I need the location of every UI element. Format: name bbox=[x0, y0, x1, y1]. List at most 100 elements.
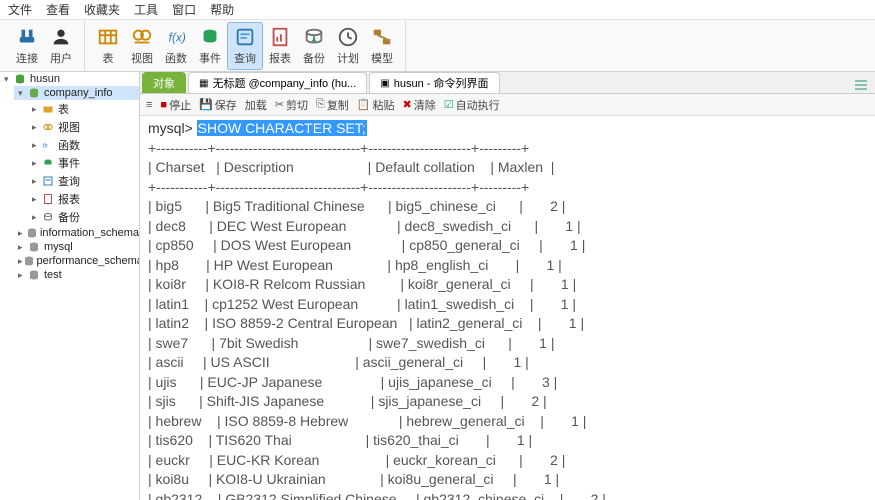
event-icon bbox=[42, 157, 56, 169]
tab-1[interactable]: ▦ 无标题 @company_info (hu... bbox=[188, 72, 367, 93]
model-icon bbox=[371, 25, 393, 49]
sidebar: ▾husun▾company_info▸表▸视图▸fx函数▸事件▸查询▸报表▸备… bbox=[0, 72, 140, 500]
stop-btn[interactable]: ■停止 bbox=[160, 97, 191, 113]
tree-node-视图[interactable]: ▸ 视图 bbox=[28, 118, 139, 136]
tree-connection[interactable]: ▾ husun bbox=[0, 72, 139, 86]
tree-label: performance_schema bbox=[37, 255, 140, 267]
model-button[interactable]: 模型 bbox=[365, 22, 399, 70]
clear-btn-glyph: ✖ bbox=[403, 98, 412, 111]
report-button[interactable]: 报表 bbox=[263, 22, 297, 70]
tree-toggle-icon[interactable]: ▸ bbox=[32, 212, 42, 223]
schedule-button[interactable]: 计划 bbox=[331, 22, 365, 70]
menu-icon-glyph: ≡ bbox=[146, 99, 152, 111]
tree-db-mysql[interactable]: ▸ mysql bbox=[14, 240, 139, 254]
func-icon: f(x) bbox=[165, 25, 187, 49]
backup-button[interactable]: 备份 bbox=[297, 22, 331, 70]
tree-toggle-icon[interactable]: ▸ bbox=[32, 158, 42, 169]
tree-db-company_info[interactable]: ▾ company_info bbox=[14, 86, 139, 100]
report-label: 报表 bbox=[269, 50, 291, 66]
tree-label: mysql bbox=[44, 241, 73, 253]
tree-node-函数[interactable]: ▸fx函数 bbox=[28, 136, 139, 154]
tree-toggle-icon[interactable]: ▸ bbox=[32, 104, 42, 115]
tree-toggle-icon[interactable]: ▸ bbox=[18, 228, 26, 239]
db-open-icon bbox=[28, 87, 42, 99]
tree-label: test bbox=[44, 269, 62, 281]
cut-btn-label: 剪切 bbox=[286, 97, 308, 113]
save-btn[interactable]: 💾保存 bbox=[199, 97, 237, 113]
tree-label: husun bbox=[30, 73, 60, 85]
tree-label: 报表 bbox=[58, 191, 80, 207]
table-icon bbox=[97, 25, 119, 49]
toolbar: 连接用户表视图f(x)函数事件查询报表备份计划模型 bbox=[0, 20, 875, 72]
save-btn-glyph: 💾 bbox=[199, 98, 213, 111]
stop-btn-label: 停止 bbox=[169, 97, 191, 113]
load-btn[interactable]: 加载 bbox=[245, 97, 267, 113]
tree-toggle-icon[interactable]: ▸ bbox=[18, 242, 28, 253]
tree-node-事件[interactable]: ▸ 事件 bbox=[28, 154, 139, 172]
menu-item-3[interactable]: 工具 bbox=[134, 1, 158, 18]
db-green-icon bbox=[14, 73, 28, 85]
query-icon bbox=[42, 175, 56, 187]
cut-btn[interactable]: ✂剪切 bbox=[275, 97, 308, 113]
tree-toggle-icon[interactable]: ▾ bbox=[18, 88, 28, 99]
terminal-icon: ▣ bbox=[380, 78, 389, 89]
tree-db-performance_schema[interactable]: ▸performance_schema bbox=[14, 254, 139, 268]
menu-item-0[interactable]: 文件 bbox=[8, 1, 32, 18]
copy-btn[interactable]: ⎘复制 bbox=[316, 97, 349, 113]
fx-icon: fx bbox=[42, 139, 56, 151]
menu-icon[interactable]: ≡ bbox=[146, 99, 152, 111]
connection-button[interactable]: 连接 bbox=[10, 22, 44, 70]
menu-item-4[interactable]: 窗口 bbox=[172, 1, 196, 18]
tree-node-查询[interactable]: ▸查询 bbox=[28, 172, 139, 190]
tree-toggle-icon[interactable]: ▸ bbox=[32, 176, 42, 187]
folder-icon bbox=[42, 103, 56, 115]
tree-label: information_schema bbox=[40, 227, 139, 239]
tree-label: 事件 bbox=[58, 155, 80, 171]
tree-label: 函数 bbox=[58, 137, 80, 153]
menu-icon[interactable] bbox=[853, 77, 869, 93]
query-label: 查询 bbox=[234, 50, 256, 66]
tree-toggle-icon[interactable]: ▸ bbox=[32, 140, 42, 151]
query-button[interactable]: 查询 bbox=[227, 22, 263, 70]
connection-icon bbox=[16, 25, 38, 49]
menu-item-2[interactable]: 收藏夹 bbox=[84, 1, 120, 18]
tab-strip: 对象 ▦ 无标题 @company_info (hu... ▣ husun - 命令列界… bbox=[140, 72, 875, 94]
user-button[interactable]: 用户 bbox=[44, 22, 78, 70]
clear-btn[interactable]: ✖清除 bbox=[403, 97, 436, 113]
tree-db-test[interactable]: ▸ test bbox=[14, 268, 139, 282]
paste-btn-glyph: 📋 bbox=[357, 98, 371, 111]
menu-item-1[interactable]: 查看 bbox=[46, 1, 70, 18]
user-icon bbox=[50, 25, 72, 49]
tree-label: company_info bbox=[44, 87, 113, 99]
tree-toggle-icon[interactable]: ▸ bbox=[32, 122, 42, 133]
save-btn-label: 保存 bbox=[215, 97, 237, 113]
tree-node-备份[interactable]: ▸备份 bbox=[28, 208, 139, 226]
autorun-chk[interactable]: ☑自动执行 bbox=[444, 97, 500, 113]
tree-node-表[interactable]: ▸表 bbox=[28, 100, 139, 118]
table-button[interactable]: 表 bbox=[91, 22, 125, 70]
tree-toggle-icon[interactable]: ▸ bbox=[18, 270, 28, 281]
table-label: 表 bbox=[103, 50, 114, 66]
copy-btn-label: 复制 bbox=[327, 97, 349, 113]
tree-node-报表[interactable]: ▸ 报表 bbox=[28, 190, 139, 208]
backup-label: 备份 bbox=[303, 50, 325, 66]
query-icon: ▦ bbox=[199, 78, 208, 89]
tab-0[interactable]: 对象 bbox=[142, 72, 186, 93]
console-output[interactable]: mysql> SHOW CHARACTER SET; +-----------+… bbox=[140, 116, 875, 500]
schedule-icon bbox=[337, 25, 359, 49]
event-button[interactable]: 事件 bbox=[193, 22, 227, 70]
tree-label: 视图 bbox=[58, 119, 80, 135]
tab-label: 无标题 @company_info (hu... bbox=[212, 75, 356, 91]
paste-btn[interactable]: 📋粘贴 bbox=[357, 97, 395, 113]
tab-label: husun - 命令列界面 bbox=[394, 75, 489, 91]
func-button[interactable]: f(x)函数 bbox=[159, 22, 193, 70]
view-button[interactable]: 视图 bbox=[125, 22, 159, 70]
tree-db-information_schema[interactable]: ▸ information_schema bbox=[14, 226, 139, 240]
menu-item-5[interactable]: 帮助 bbox=[210, 1, 234, 18]
tree-toggle-icon[interactable]: ▸ bbox=[32, 194, 42, 205]
db-icon bbox=[23, 255, 35, 267]
report-icon bbox=[269, 25, 291, 49]
paste-btn-label: 粘贴 bbox=[373, 97, 395, 113]
tab-2[interactable]: ▣ husun - 命令列界面 bbox=[369, 72, 499, 93]
tree-toggle-icon[interactable]: ▾ bbox=[4, 74, 14, 85]
